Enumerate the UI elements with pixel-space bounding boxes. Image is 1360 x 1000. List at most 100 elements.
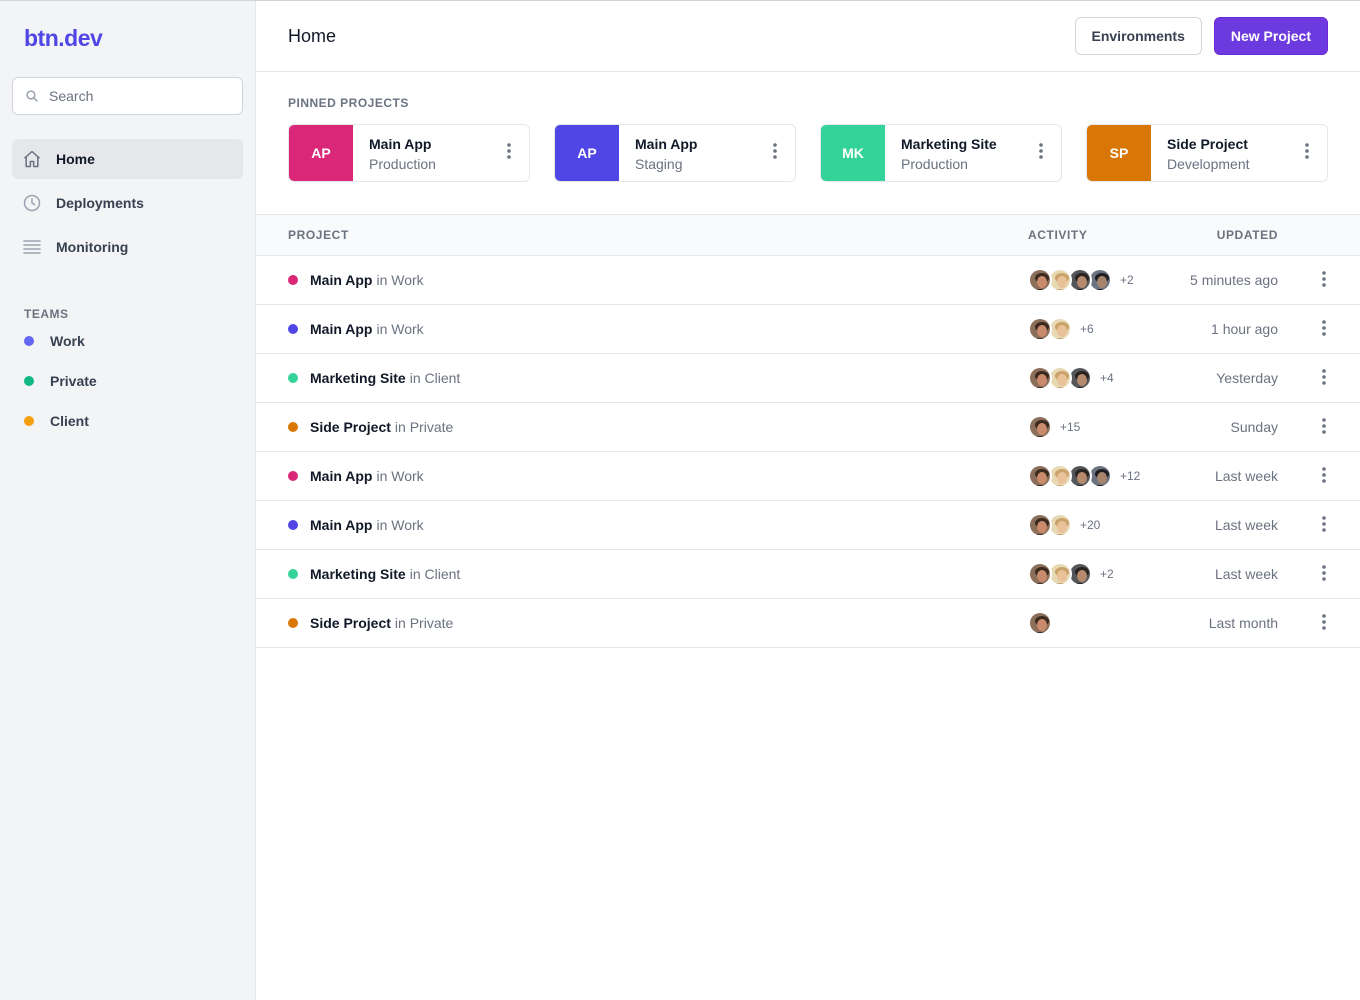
project-team: in Client — [409, 566, 461, 582]
team-item-private[interactable]: Private — [12, 361, 243, 401]
pinned-project-name: Marketing Site — [901, 136, 997, 152]
table-row[interactable]: Main App in Work +12 Last week — [256, 452, 1360, 501]
project-cell: Main App in Work — [288, 321, 1028, 337]
nav-item-deployments[interactable]: Deployments — [12, 183, 243, 223]
team-color-dot — [24, 336, 34, 346]
activity-cell: +12 — [1028, 464, 1148, 488]
avatar — [1028, 366, 1052, 390]
more-members-count: +20 — [1080, 518, 1101, 532]
pinned-project-card[interactable]: AP Main App Staging — [554, 124, 796, 182]
more-options-button[interactable] — [1021, 125, 1061, 181]
teams-heading: TEAMS — [24, 307, 69, 321]
row-actions — [1278, 466, 1360, 486]
more-members-count: +6 — [1080, 322, 1094, 336]
updated-time: Last month — [1208, 615, 1278, 631]
project-color-dot — [288, 324, 298, 334]
pinned-project-card[interactable]: MK Marketing Site Production — [820, 124, 1062, 182]
brand-logo[interactable]: btn.dev — [12, 25, 243, 51]
search-icon — [26, 90, 38, 102]
project-name-link[interactable]: Main App — [310, 517, 372, 533]
table-row[interactable]: Main App in Work +2 5 minutes ago — [256, 256, 1360, 305]
table-row[interactable]: Side Project in Private Last month — [256, 599, 1360, 648]
team-item-client[interactable]: Client — [12, 401, 243, 441]
row-more-options-button[interactable] — [1322, 613, 1326, 633]
column-header-project[interactable]: PROJECT — [288, 228, 1028, 242]
table-row[interactable]: Marketing Site in Client +2 Last week — [256, 550, 1360, 599]
table-row[interactable]: Side Project in Private +15 Sunday — [256, 403, 1360, 452]
search-box[interactable] — [12, 77, 243, 115]
pinned-project-name: Main App — [369, 136, 432, 152]
updated-time: Last week — [1214, 517, 1278, 533]
project-name-link[interactable]: Side Project — [310, 419, 391, 435]
page-title: Home — [288, 25, 337, 46]
column-header-activity[interactable]: ACTIVITY — [1028, 228, 1148, 242]
project-name-link[interactable]: Main App — [310, 321, 372, 337]
activity-cell: +2 — [1028, 268, 1148, 292]
project-initials-badge: AP — [289, 125, 353, 181]
project-name-link[interactable]: Main App — [310, 272, 372, 288]
project-initials-badge: SP — [1087, 125, 1151, 181]
more-members-count: +12 — [1120, 469, 1141, 483]
row-more-options-button[interactable] — [1322, 564, 1326, 584]
kebab-icon — [1322, 613, 1326, 633]
project-name-link[interactable]: Marketing Site — [310, 566, 406, 582]
pinned-project-environment: Production — [901, 156, 968, 172]
pinned-project-card[interactable]: SP Side Project Development — [1086, 124, 1328, 182]
pinned-project-card[interactable]: AP Main App Production — [288, 124, 530, 182]
avatar — [1028, 415, 1052, 439]
project-team: in Work — [376, 272, 424, 288]
pinned-project-environment: Staging — [635, 156, 683, 172]
pinned-grid: AP Main App Production AP Main App Staging MK M… — [288, 124, 1328, 182]
row-actions — [1278, 368, 1360, 388]
team-item-work[interactable]: Work — [12, 321, 243, 361]
project-name-link[interactable]: Side Project — [310, 615, 391, 631]
team-item-label: Private — [50, 373, 97, 389]
row-actions — [1278, 319, 1360, 339]
row-more-options-button[interactable] — [1322, 319, 1326, 339]
row-more-options-button[interactable] — [1322, 515, 1326, 535]
kebab-icon — [507, 142, 511, 164]
nav-item-label: Monitoring — [56, 239, 129, 255]
project-name-link[interactable]: Main App — [310, 468, 372, 484]
kebab-icon — [1322, 417, 1326, 437]
row-more-options-button[interactable] — [1322, 466, 1326, 486]
project-cell: Side Project in Private — [288, 615, 1028, 631]
new-project-button[interactable]: New Project — [1213, 17, 1328, 55]
pinned-project-environment: Development — [1167, 156, 1250, 172]
project-cell: Marketing Site in Client — [288, 566, 1028, 582]
activity-cell: +2 — [1028, 562, 1148, 586]
more-options-button[interactable] — [489, 125, 529, 181]
pinned-project-info: Main App Staging — [619, 125, 755, 181]
row-more-options-button[interactable] — [1322, 417, 1326, 437]
project-name-link[interactable]: Marketing Site — [310, 370, 406, 386]
project-team: in Work — [376, 321, 424, 337]
project-team: in Client — [409, 370, 461, 386]
row-more-options-button[interactable] — [1322, 270, 1326, 290]
column-header-updated[interactable]: UPDATED — [1148, 228, 1278, 242]
activity-cell: +6 — [1028, 317, 1148, 341]
more-members-count: +2 — [1100, 567, 1114, 581]
row-more-options-button[interactable] — [1322, 368, 1326, 388]
row-actions — [1278, 613, 1360, 633]
nav-item-monitoring[interactable]: Monitoring — [12, 227, 243, 267]
table-row[interactable]: Main App in Work +20 Last week — [256, 501, 1360, 550]
more-options-button[interactable] — [1287, 125, 1327, 181]
row-actions — [1278, 270, 1360, 290]
more-options-button[interactable] — [755, 125, 795, 181]
table-row[interactable]: Main App in Work +6 1 hour ago — [256, 305, 1360, 354]
kebab-icon — [773, 142, 777, 164]
project-color-dot — [288, 373, 298, 383]
page-header: Home Environments New Project — [256, 1, 1360, 72]
search-input[interactable] — [49, 88, 229, 104]
nav-item-label: Home — [56, 151, 95, 167]
pinned-projects: PINNED PROJECTS AP Main App Production AP Ma… — [256, 72, 1360, 214]
table-row[interactable]: Marketing Site in Client +4 Yesterday — [256, 354, 1360, 403]
project-color-dot — [288, 471, 298, 481]
nav-item-label: Deployments — [56, 195, 144, 211]
home-icon — [22, 149, 42, 169]
nav-item-home[interactable]: Home — [12, 139, 243, 179]
environments-button[interactable]: Environments — [1074, 17, 1202, 55]
kebab-icon — [1322, 515, 1326, 535]
project-initials-badge: AP — [555, 125, 619, 181]
updated-time: Sunday — [1230, 419, 1278, 435]
